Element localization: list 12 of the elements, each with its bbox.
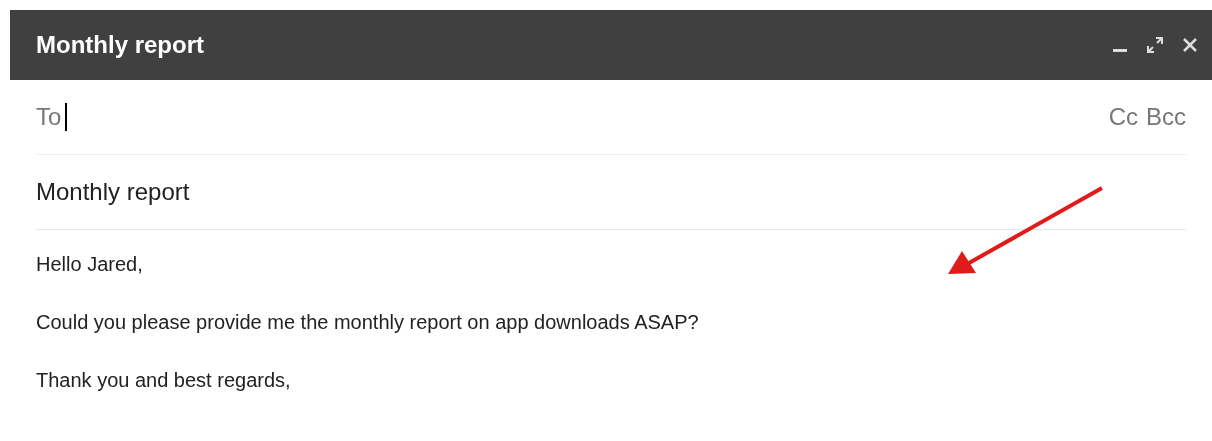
bcc-link[interactable]: Bcc [1146, 99, 1186, 135]
cc-link[interactable]: Cc [1108, 99, 1138, 135]
to-field[interactable]: To [36, 99, 1109, 135]
close-icon[interactable] [1182, 37, 1198, 53]
body-text: Hello Jared, [36, 252, 144, 276]
subject-field[interactable]: Monthly report [36, 174, 190, 210]
to-label: To [36, 102, 62, 132]
body-text: Thank you and best regards, [36, 368, 292, 392]
expand-icon[interactable] [1146, 36, 1164, 54]
window-title: Monthly report [36, 30, 204, 60]
body-text: Could you please provide me the monthly report on app downloads ASAP? [36, 310, 700, 334]
text-cursor [65, 103, 68, 131]
